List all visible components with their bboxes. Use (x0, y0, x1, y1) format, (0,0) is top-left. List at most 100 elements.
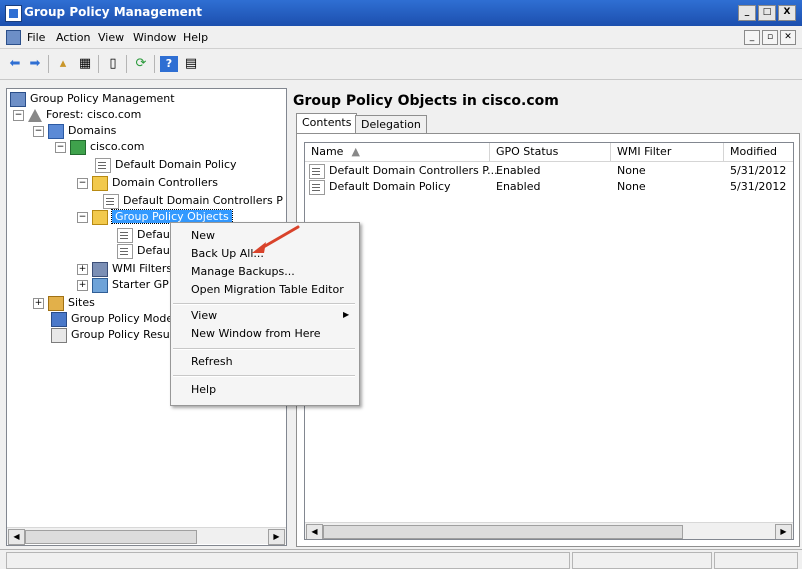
tree-label: Group Policy Management (30, 92, 175, 105)
cell-wmi: None (617, 164, 646, 177)
list-horizontal-scrollbar[interactable]: ◀ ▶ (305, 522, 793, 539)
show-hide-tree-icon[interactable]: ▦ (76, 56, 94, 72)
expand-icon[interactable]: + (33, 297, 44, 309)
collapse-icon[interactable]: − (13, 109, 24, 121)
tree-horizontal-scrollbar[interactable]: ◀ ▶ (7, 527, 286, 545)
gpo-link-icon (95, 157, 111, 173)
wmi-filter-icon (92, 261, 108, 277)
tree-item-wmi-filters[interactable]: + WMI Filters (77, 261, 172, 277)
refresh-icon[interactable]: ⟳ (132, 56, 150, 72)
menu-action[interactable]: Action (56, 31, 90, 44)
table-row[interactable]: Default Domain Policy (309, 179, 451, 195)
tree-item-gpo-1[interactable]: Defaul (117, 227, 173, 243)
menu-window[interactable]: Window (133, 31, 176, 44)
tree-item-default-dc-policy[interactable]: Default Domain Controllers P (103, 193, 283, 209)
gpo-icon (117, 227, 133, 243)
tree-label: Forest: cisco.com (46, 108, 142, 121)
scroll-left-icon[interactable]: ◀ (306, 524, 323, 539)
tree-label: Sites (68, 296, 95, 309)
menu-separator (173, 348, 355, 350)
table-row[interactable]: Default Domain Controllers P... (309, 163, 498, 179)
menu-item-new-window-from-here[interactable]: New Window from Here (191, 325, 321, 343)
cell-status: Enabled (496, 164, 541, 177)
pane-heading: Group Policy Objects in cisco.com (293, 93, 559, 109)
child-close-button[interactable]: ✕ (780, 30, 796, 45)
menu-item-refresh[interactable]: Refresh (191, 353, 233, 371)
tree-item-domain-controllers[interactable]: − Domain Controllers (77, 175, 218, 191)
cell-name: Default Domain Policy (329, 180, 451, 193)
tree-item-starter-gpos[interactable]: + Starter GP (77, 277, 169, 293)
tree-label: Group Policy Resul (71, 328, 173, 341)
title-bar: Group Policy Management _ □ X (0, 0, 802, 26)
back-icon[interactable]: ⬅ (6, 56, 24, 72)
menu-help[interactable]: Help (183, 31, 208, 44)
minimize-button[interactable]: _ (738, 5, 756, 21)
help-icon[interactable]: ? (160, 56, 178, 72)
up-icon[interactable]: ▴ (54, 56, 72, 72)
window-title: Group Policy Management (24, 5, 203, 19)
cell-modified: 5/31/2012 (730, 164, 787, 177)
menu-item-view[interactable]: View (191, 307, 217, 325)
tree-item-forest[interactable]: − Forest: cisco.com (13, 107, 141, 123)
collapse-icon[interactable]: − (55, 141, 66, 153)
collapse-icon[interactable]: − (77, 211, 88, 223)
status-bar (0, 549, 802, 569)
domain-icon (70, 139, 86, 155)
close-button[interactable]: X (778, 5, 796, 21)
scroll-thumb[interactable] (25, 530, 197, 544)
app-icon (5, 5, 22, 22)
menu-item-new[interactable]: New (191, 227, 215, 245)
column-header-status[interactable]: GPO Status (490, 143, 611, 162)
menu-separator (173, 303, 355, 305)
console-icon[interactable] (6, 30, 21, 45)
menu-item-manage-backups[interactable]: Manage Backups... (191, 263, 295, 281)
tree-item-modeling[interactable]: Group Policy Mode (51, 311, 173, 327)
scroll-right-icon[interactable]: ▶ (775, 524, 792, 539)
results-icon (51, 327, 67, 343)
tree-item-default-domain-policy[interactable]: Default Domain Policy (95, 157, 237, 173)
tree-item-sites[interactable]: + Sites (33, 295, 95, 311)
menu-file[interactable]: File (27, 31, 45, 44)
toolbar-separator (126, 55, 127, 73)
cell-wmi: None (617, 180, 646, 193)
expand-icon[interactable]: + (77, 263, 88, 275)
tree-label: Defaul (137, 228, 173, 241)
column-header-wmi[interactable]: WMI Filter (611, 143, 724, 162)
tree-label: Default Domain Policy (115, 158, 237, 171)
scroll-right-icon[interactable]: ▶ (268, 529, 285, 545)
menu-separator (173, 375, 355, 377)
cell-name: Default Domain Controllers P... (329, 164, 498, 177)
tree-item-results[interactable]: Group Policy Resul (51, 327, 173, 343)
tree-label: Domain Controllers (112, 176, 219, 189)
tab-contents[interactable]: Contents (296, 113, 358, 134)
tree-label: Starter GP (112, 278, 169, 291)
gpm-icon (10, 91, 26, 107)
maximize-button[interactable]: □ (758, 5, 776, 21)
properties-icon[interactable]: ▯ (104, 56, 122, 72)
tree-item-domains[interactable]: − Domains (33, 123, 116, 139)
scroll-thumb[interactable] (323, 525, 683, 539)
column-header-modified[interactable]: Modified (724, 143, 793, 162)
tree-label: Domains (68, 124, 117, 137)
tree-label: Defaul (137, 244, 173, 257)
collapse-icon[interactable]: − (33, 125, 44, 137)
scroll-left-icon[interactable]: ◀ (8, 529, 25, 545)
column-header-name[interactable]: Name ▲ (305, 143, 490, 162)
tree-label: Default Domain Controllers P (123, 194, 283, 207)
tree-label: cisco.com (90, 140, 145, 153)
child-restore-button[interactable]: ▫ (762, 30, 778, 45)
menu-item-help[interactable]: Help (191, 381, 216, 399)
collapse-icon[interactable]: − (77, 177, 88, 189)
forward-icon[interactable]: ➡ (26, 56, 44, 72)
tree-item-domain[interactable]: − cisco.com (55, 139, 144, 155)
export-icon[interactable]: ▤ (182, 56, 200, 72)
tree-item-root[interactable]: Group Policy Management (10, 91, 175, 107)
expand-icon[interactable]: + (77, 279, 88, 291)
tab-delegation[interactable]: Delegation (355, 115, 427, 134)
tree-item-gpo-2[interactable]: Defaul (117, 243, 173, 259)
menu-item-open-migration-table-editor[interactable]: Open Migration Table Editor (191, 281, 344, 299)
cell-status: Enabled (496, 180, 541, 193)
child-minimize-button[interactable]: _ (744, 30, 760, 45)
submenu-arrow-icon: ▶ (343, 310, 350, 319)
menu-view[interactable]: View (98, 31, 124, 44)
